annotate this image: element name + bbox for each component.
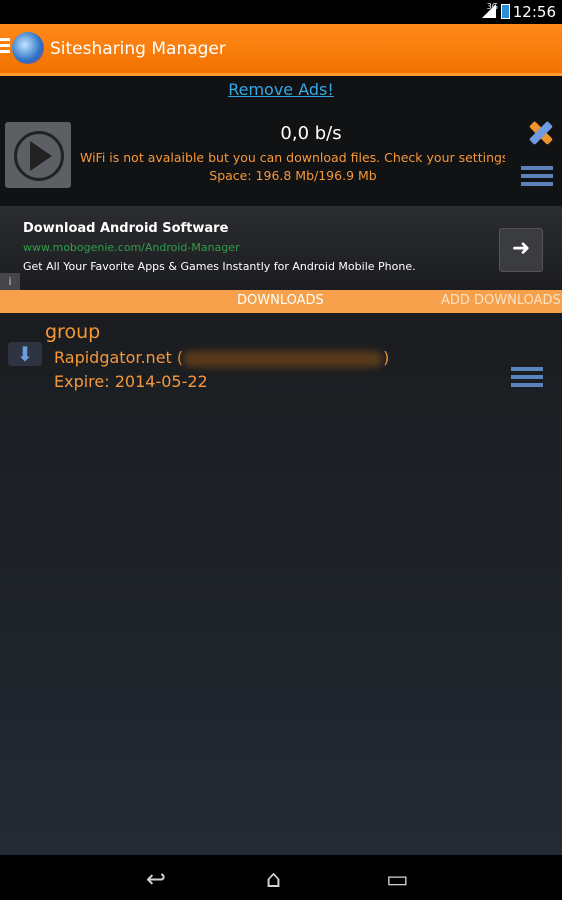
ad-text: Get All Your Favorite Apps & Games Insta…: [23, 260, 416, 273]
downloads-list: group ⬇ Rapidgator.net () Expire: 2014-0…: [0, 313, 562, 855]
speed-value: 0,0 b/s: [280, 123, 342, 144]
navigation-bar: ↩ ⌂ ▭: [0, 855, 562, 900]
battery-icon: [501, 4, 510, 19]
wifi-message: WiFi is not avalaible but you can downlo…: [80, 150, 505, 165]
action-bar: Sitesharing Manager: [0, 24, 562, 76]
download-host[interactable]: Rapidgator.net (): [54, 348, 389, 367]
ad-banner[interactable]: Download Android Software www.mobogenie.…: [0, 206, 562, 290]
close-icon[interactable]: [526, 118, 556, 148]
info-icon[interactable]: i: [0, 273, 20, 290]
tab-bar: DOWNLOADS ADD DOWNLOADS: [0, 290, 562, 313]
redacted-account: [183, 350, 384, 367]
home-icon[interactable]: ⌂: [266, 865, 281, 893]
recent-apps-icon[interactable]: ▭: [386, 865, 409, 893]
app-logo-icon[interactable]: [12, 32, 44, 64]
ad-url: www.mobogenie.com/Android-Manager: [23, 241, 240, 254]
hamburger-menu-icon[interactable]: [0, 38, 10, 56]
app-title: Sitesharing Manager: [50, 39, 226, 59]
status-bar: 3G 12:56: [0, 0, 562, 24]
signal-icon: [482, 4, 496, 18]
transfer-panel: 0,0 b/s WiFi is not avalaible but you ca…: [0, 104, 562, 206]
menu-icon[interactable]: [521, 166, 553, 190]
tab-downloads[interactable]: DOWNLOADS: [237, 293, 324, 308]
remove-ads-link[interactable]: Remove Ads!: [228, 80, 334, 99]
back-icon[interactable]: ↩: [146, 865, 166, 893]
ad-title: Download Android Software: [23, 221, 229, 236]
arrow-right-icon[interactable]: ➜: [499, 228, 543, 272]
expire-date: Expire: 2014-05-22: [54, 372, 208, 391]
group-label: group: [45, 321, 101, 343]
download-arrow-icon[interactable]: ⬇: [8, 342, 42, 366]
space-value: Space: 196.8 Mb/196.9 Mb: [209, 168, 377, 183]
remove-ads-banner: Remove Ads!: [0, 76, 562, 104]
clock: 12:56: [512, 3, 556, 21]
menu-icon[interactable]: [511, 367, 543, 391]
tab-add-downloads[interactable]: ADD DOWNLOADS: [441, 293, 561, 308]
